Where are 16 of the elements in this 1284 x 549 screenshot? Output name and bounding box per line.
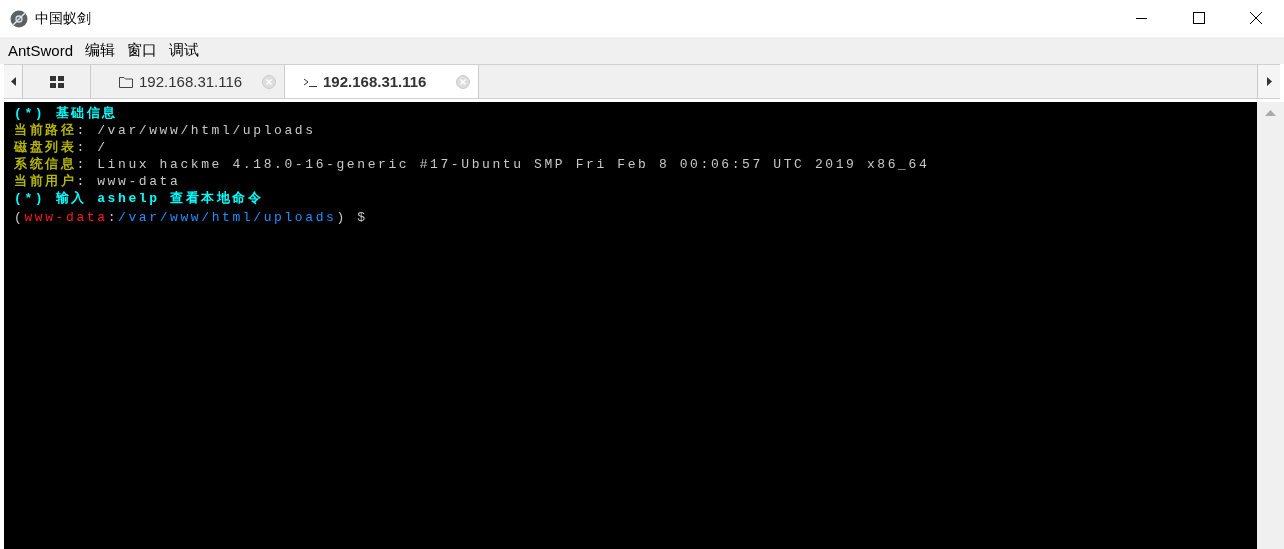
terminal-icon — [303, 76, 317, 87]
menu-item[interactable]: 编辑 — [79, 41, 122, 60]
menu-item[interactable]: AntSword — [2, 42, 80, 59]
tab[interactable]: 192.168.31.116 — [285, 65, 479, 98]
scroll-right-icon[interactable] — [1266, 77, 1272, 86]
scroll-up-icon[interactable] — [1265, 110, 1276, 116]
menu-item[interactable]: 调试 — [163, 41, 206, 60]
menu-item[interactable]: 窗口 — [121, 41, 164, 60]
app-logo-icon — [10, 9, 28, 28]
terminal-output[interactable]: (*) 基础信息 当前路径: /var/www/html/uploads 磁盘列表: / 系统信息: Linux hackme 4.18.0-16-generic #17-Ubuntu SMP Fri Feb 8 00:06:57 UTC 2019 x86_64 当前用户: www-data (*) 输入 ashelp 查看本地命令 (www-data:/var/www/html/uploads) $ — [4, 102, 1257, 549]
close-tab-icon[interactable] — [456, 74, 470, 89]
close-tab-icon[interactable] — [262, 74, 276, 89]
scroll-left-icon[interactable] — [10, 77, 16, 86]
grid-icon — [49, 75, 64, 88]
folder-icon — [119, 75, 133, 88]
window-title: 中国蚁剑 — [35, 9, 91, 28]
